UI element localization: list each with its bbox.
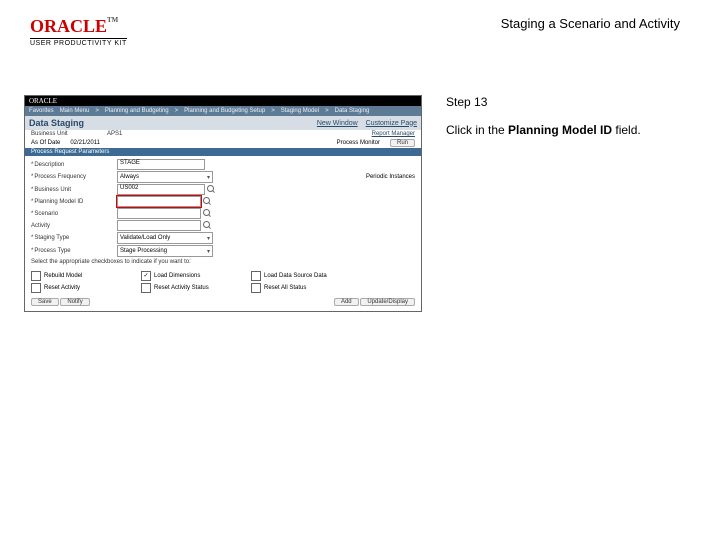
report-manager-link[interactable]: Report Manager [372, 131, 415, 137]
nav-item[interactable]: Planning and Budgeting [105, 108, 169, 114]
page-title: Staging a Scenario and Activity [501, 16, 680, 31]
instruction-text: Click in the Planning Model ID field. [446, 123, 680, 137]
model-label: Planning Model ID [31, 199, 117, 205]
instruction-panel: Step 13 Click in the Planning Model ID f… [446, 95, 680, 137]
add-button[interactable]: Add [334, 298, 359, 306]
checkbox[interactable]: ✓ [141, 271, 151, 281]
freq-label: Process Frequency [31, 174, 117, 180]
instruction-bold: Planning Model ID [508, 123, 612, 137]
brand-name: ORACLE [30, 16, 107, 36]
bu-label: Business Unit [31, 131, 101, 137]
bu-value: APS1 [107, 131, 122, 137]
lookup-icon[interactable] [207, 185, 216, 194]
save-button[interactable]: Save [31, 298, 59, 306]
freq-select[interactable]: Always ▾ [117, 171, 213, 183]
update-button[interactable]: Update/Display [360, 298, 415, 306]
nav-item[interactable]: Planning and Budgeting Setup [184, 108, 265, 114]
check-label: Load Data Source Data [264, 273, 327, 279]
proctype-value: Stage Processing [120, 248, 167, 254]
instruction-pre: Click in the [446, 123, 508, 137]
check-label: Rebuild Model [44, 273, 82, 279]
checkbox[interactable] [31, 271, 41, 281]
scenario-input[interactable] [117, 208, 201, 219]
planning-model-id-input[interactable] [117, 196, 201, 207]
asof-label: As Of Date [31, 140, 60, 146]
stagetype-value: Validate/Load Only [120, 235, 170, 241]
activity-label: Activity [31, 223, 117, 229]
nav-item[interactable]: Staging Model [281, 108, 319, 114]
param-section-bar: Process Request Parameters [25, 148, 421, 156]
trademark: TM [107, 16, 118, 24]
desc-input[interactable]: STAGE [117, 159, 205, 170]
nav-item[interactable]: Main Menu [60, 108, 90, 114]
screenshot-panel: ORACLE Favorites Main Menu > Planning an… [24, 95, 422, 312]
bu2-input[interactable]: US002 [117, 184, 205, 195]
brand-subline: USER PRODUCTIVITY KIT [30, 38, 127, 47]
nav-item[interactable]: Favorites [29, 108, 54, 114]
checkbox[interactable] [251, 271, 261, 281]
stagetype-label: Staging Type [31, 235, 117, 241]
instruction-post: field. [612, 123, 641, 137]
checkbox[interactable] [31, 283, 41, 293]
bu2-label: Business Unit [31, 187, 117, 193]
stagetype-select[interactable]: Validate/Load Only ▾ [117, 232, 213, 244]
new-window-link[interactable]: New Window [317, 120, 358, 127]
process-monitor-link[interactable]: Process Monitor [337, 140, 380, 146]
check-label: Reset All Status [264, 285, 306, 291]
chevron-down-icon: ▾ [207, 235, 210, 242]
lookup-icon[interactable] [203, 221, 212, 230]
scenario-label: Scenario [31, 211, 117, 217]
lookup-icon[interactable] [203, 209, 212, 218]
chevron-down-icon: ▾ [207, 248, 210, 255]
checkbox[interactable] [141, 283, 151, 293]
notify-button[interactable]: Notify [60, 298, 89, 306]
breadcrumb: Favorites Main Menu > Planning and Budge… [25, 106, 421, 116]
activity-input[interactable] [117, 220, 201, 231]
check-label: Reset Activity [44, 285, 80, 291]
brand-logo: ORACLETM USER PRODUCTIVITY KIT [30, 16, 127, 47]
lookup-icon[interactable] [203, 197, 212, 206]
app-brand-bar: ORACLE [25, 96, 421, 106]
chevron-down-icon: ▾ [207, 174, 210, 181]
proctype-select[interactable]: Stage Processing ▾ [117, 245, 213, 257]
check-label: Load Dimensions [154, 273, 200, 279]
check-label: Reset Activity Status [154, 285, 209, 291]
nav-item[interactable]: Data Staging [335, 108, 370, 114]
asof-value: 02/21/2011 [70, 140, 100, 146]
checkbox[interactable] [251, 283, 261, 293]
periodic-link[interactable]: Periodic Instances [366, 174, 415, 180]
customize-page-link[interactable]: Customize Page [366, 120, 417, 127]
run-button[interactable]: Run [390, 139, 415, 147]
step-label: Step 13 [446, 95, 680, 109]
section-title: Data Staging [29, 118, 84, 128]
checks-caption: Select the appropriate checkboxes to ind… [31, 259, 415, 265]
freq-value: Always [120, 174, 139, 180]
desc-label: Description [31, 162, 117, 168]
proctype-label: Process Type [31, 248, 117, 254]
checkbox-grid: Rebuild Model ✓Load Dimensions Load Data… [25, 269, 421, 295]
